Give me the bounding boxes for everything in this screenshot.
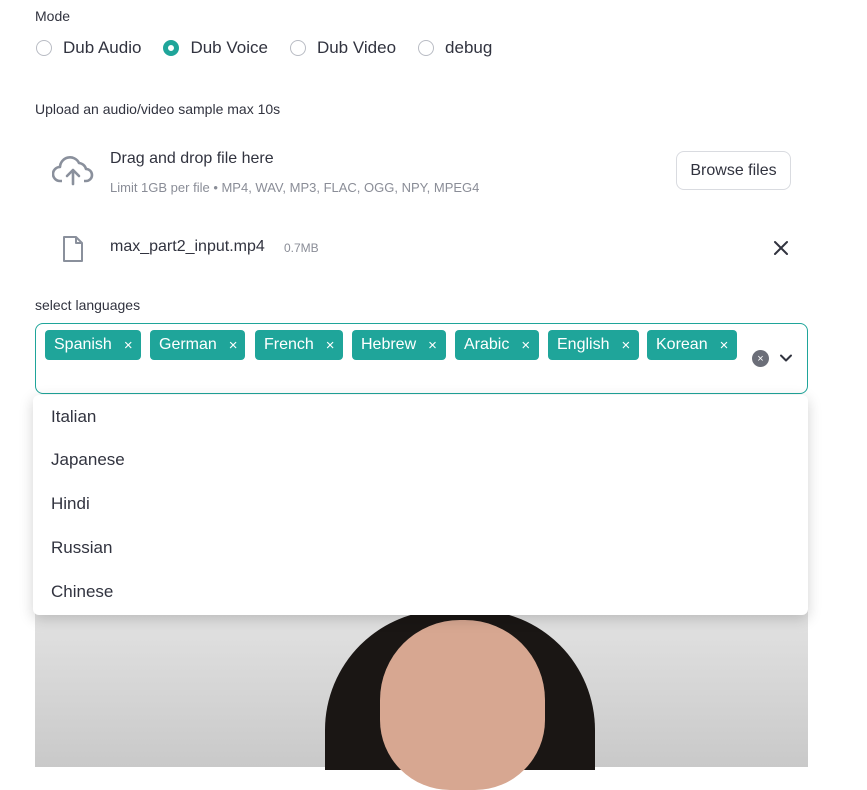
chevron-down-icon[interactable] [779,351,793,365]
radio-button[interactable] [418,40,435,56]
radio-label: Dub Audio [63,38,142,57]
tag-label: Korean [656,336,708,353]
tag-label: French [264,336,314,353]
mode-radio-group: Dub Audio Dub Voice Dub Video debug [36,38,514,58]
close-icon[interactable] [771,238,791,258]
language-tag-arabic: Arabic × [455,330,539,360]
tag-remove-icon[interactable]: × [229,337,238,354]
clear-all-icon[interactable]: × [752,350,769,367]
tag-label: English [557,336,610,353]
browse-files-button[interactable]: Browse files [676,151,791,190]
language-tag-english: English × [548,330,639,360]
radio-debug[interactable]: debug [418,38,492,58]
option-japanese[interactable]: Japanese [33,438,808,482]
radio-button[interactable] [36,40,52,56]
radio-dub-voice[interactable]: Dub Voice [163,38,268,58]
video-frame-face [380,620,545,790]
uploader-label: Upload an audio/video sample max 10s [35,101,281,117]
language-tag-german: German × [150,330,245,360]
option-chinese[interactable]: Chinese [33,570,808,614]
radio-button-selected[interactable] [163,40,180,56]
option-italian[interactable]: Italian [33,395,808,438]
language-tag-spanish: Spanish × [45,330,141,360]
tag-label: Hebrew [361,336,417,353]
tag-remove-icon[interactable]: × [521,337,530,354]
tag-label: German [159,336,217,353]
radio-label: debug [445,38,493,57]
uploaded-file-size: 0.7MB [284,241,319,255]
cloud-upload-icon [52,156,94,186]
languages-label: select languages [35,297,141,313]
mode-label: Mode [35,8,71,24]
language-tag-korean: Korean × [647,330,737,360]
languages-dropdown-menu: Italian Japanese Hindi Russian Chinese [33,395,808,615]
radio-label: Dub Video [316,38,397,57]
tag-remove-icon[interactable]: × [124,337,133,354]
option-russian[interactable]: Russian [33,526,808,570]
radio-dub-audio[interactable]: Dub Audio [36,38,141,58]
dropzone-title: Drag and drop file here [110,150,274,167]
tag-remove-icon[interactable]: × [720,337,729,354]
dropzone-subtitle: Limit 1GB per file • MP4, WAV, MP3, FLAC… [110,180,480,195]
tag-remove-icon[interactable]: × [326,337,335,354]
tag-label: Arabic [464,336,510,353]
language-tag-hebrew: Hebrew × [352,330,446,360]
language-tag-french: French × [255,330,343,360]
option-hindi[interactable]: Hindi [33,482,808,526]
tag-label: Spanish [54,336,112,353]
radio-dub-video[interactable]: Dub Video [289,38,397,58]
languages-multiselect[interactable]: Spanish × German × French × Hebrew × Ara… [35,323,808,394]
radio-button[interactable] [289,40,306,56]
tag-remove-icon[interactable]: × [428,337,437,354]
file-icon [63,236,83,262]
radio-label: Dub Voice [190,38,268,57]
tag-remove-icon[interactable]: × [621,337,630,354]
uploaded-file-name: max_part2_input.mp4 [110,238,265,255]
